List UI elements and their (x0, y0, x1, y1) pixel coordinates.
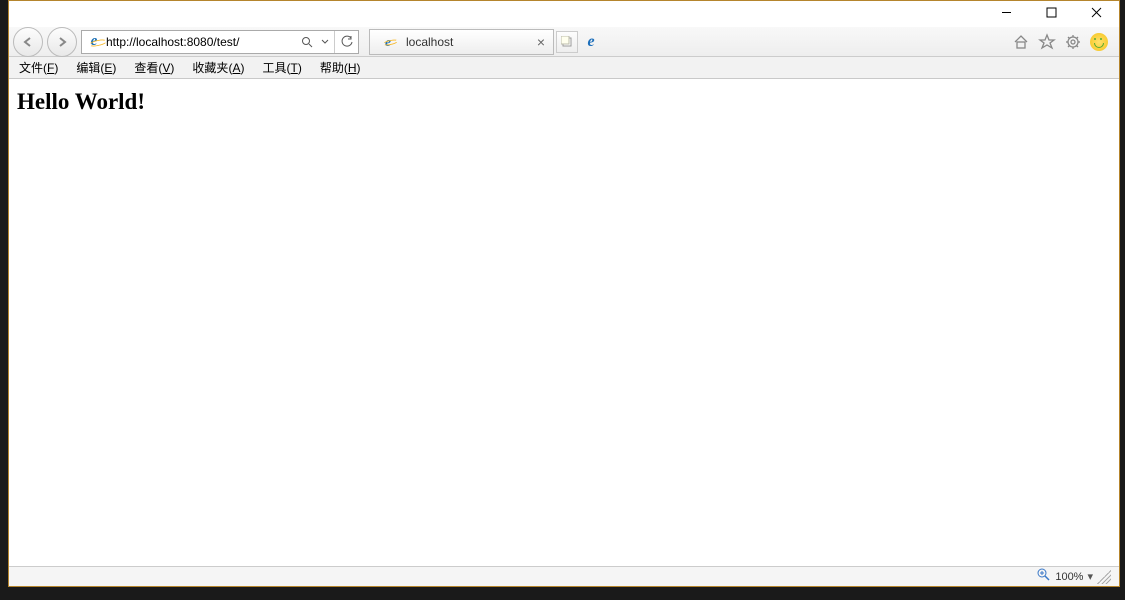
menu-edit[interactable]: 编辑(E) (76, 59, 116, 76)
search-button[interactable] (298, 31, 316, 53)
titlebar (9, 1, 1119, 27)
tab-favicon-icon: e (379, 33, 397, 51)
resize-grip[interactable] (1097, 570, 1111, 584)
tools-button[interactable] (1063, 32, 1083, 52)
tab-localhost[interactable]: e localhost × (369, 29, 554, 55)
home-button[interactable] (1011, 32, 1031, 52)
zoom-level[interactable]: 100% (1055, 571, 1083, 583)
window-controls (984, 1, 1119, 23)
back-button[interactable] (13, 27, 43, 57)
zoom-icon[interactable] (1037, 568, 1051, 585)
status-bar: 100% ▾ (9, 566, 1119, 586)
page-content: Hello World! (9, 79, 1119, 566)
open-edge-button[interactable]: e (580, 31, 602, 53)
tab-title: localhost (406, 35, 453, 49)
menu-bar: 文件(F) 编辑(E) 查看(V) 收藏夹(A) 工具(T) 帮助(H) (9, 57, 1119, 79)
menu-help[interactable]: 帮助(H) (320, 59, 361, 76)
menu-file[interactable]: 文件(F) (19, 59, 58, 76)
minimize-button[interactable] (984, 1, 1029, 23)
browser-window: e e localhost × (8, 0, 1120, 587)
address-bar[interactable]: e (81, 30, 359, 54)
maximize-button[interactable] (1029, 1, 1074, 23)
new-tab-button[interactable] (556, 31, 578, 53)
zoom-dropdown[interactable]: ▾ (1087, 570, 1093, 583)
url-input[interactable] (106, 32, 276, 52)
refresh-button[interactable] (334, 31, 358, 53)
feedback-button[interactable] (1089, 32, 1109, 52)
page-heading: Hello World! (17, 89, 1111, 115)
search-dropdown[interactable] (316, 31, 334, 53)
ie-favicon-icon: e (85, 33, 103, 51)
tabs-area: e localhost × e (369, 29, 602, 55)
menu-favorites[interactable]: 收藏夹(A) (192, 59, 244, 76)
tab-close-button[interactable]: × (537, 34, 545, 50)
menu-view[interactable]: 查看(V) (134, 59, 174, 76)
forward-button[interactable] (47, 27, 77, 57)
navigation-bar: e e localhost × (9, 27, 1119, 57)
favorites-button[interactable] (1037, 32, 1057, 52)
close-button[interactable] (1074, 1, 1119, 23)
smiley-icon (1090, 33, 1108, 51)
menu-tools[interactable]: 工具(T) (262, 59, 301, 76)
toolbar-right (1011, 32, 1115, 52)
